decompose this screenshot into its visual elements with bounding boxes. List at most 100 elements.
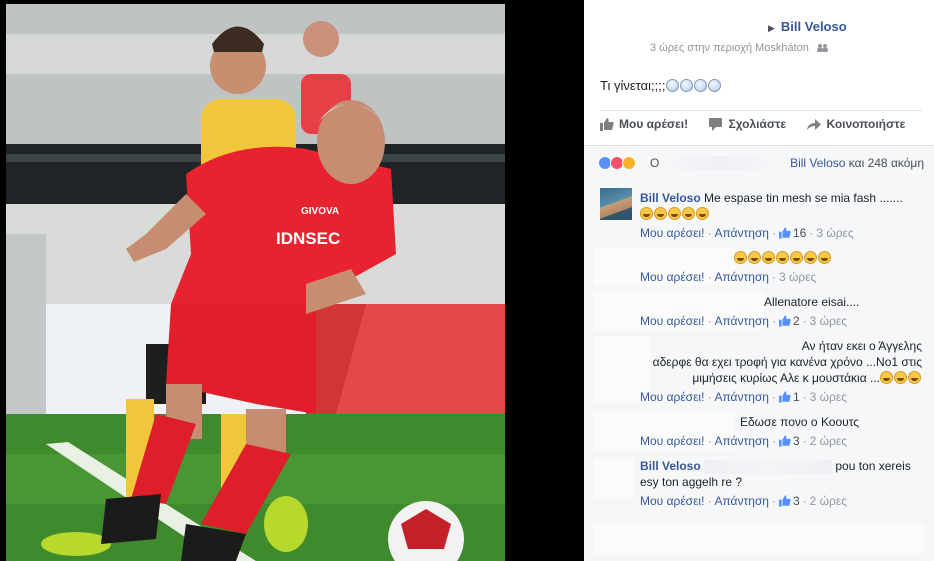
- comment-time[interactable]: 2 ώρες: [810, 434, 847, 448]
- post-timestamp-location[interactable]: 3 ώρες στην περιοχή Moskháton: [650, 42, 809, 54]
- comments-list: Bill Veloso Me espase tin mesh se mia fa…: [584, 178, 934, 561]
- caret-right-icon: ▶: [768, 23, 775, 33]
- jersey-brand: GIVOVA: [301, 206, 339, 217]
- comment-reply-link[interactable]: Απάντηση: [714, 226, 769, 240]
- like-button-label: Μου αρέσει!: [619, 117, 689, 131]
- comment-text-line: Αν ήταν εκει ο Άγγελης: [801, 339, 922, 353]
- reactions-summary-bar: Ο Bill Veloso και 248 ακόμη: [584, 145, 934, 178]
- comment-actions: Μου αρέσει! · Απάντηση · 16 · 3 ώρες: [640, 226, 854, 240]
- emoji-icon: [694, 79, 708, 92]
- laugh-emoji-icon: [790, 251, 803, 264]
- laugh-emoji-icon: [762, 251, 775, 264]
- comment-reply-link[interactable]: Απάντηση: [714, 390, 769, 404]
- comment: Allenatore eisai.... Μου αρέσει! · Απάντησ…: [584, 288, 934, 332]
- comment-author[interactable]: Bill Veloso: [640, 459, 701, 473]
- comment-like-link[interactable]: Μου αρέσει!: [640, 390, 704, 404]
- post-text: Τι γίνεται;;;;: [600, 78, 722, 93]
- friends-audience-icon[interactable]: [816, 44, 828, 53]
- post-side-panel: ▶ Bill Veloso 3 ώρες στην περιοχή Moskhát…: [584, 0, 934, 561]
- comment-time[interactable]: 3 ώρες: [816, 226, 853, 240]
- emoji-icon: [708, 79, 722, 92]
- comment-actions: Μου αρέσει! · Απάντηση · 3 ώρες: [640, 270, 817, 284]
- comment-reply-link[interactable]: Απάντηση: [714, 314, 769, 328]
- redacted-mention: [704, 459, 833, 474]
- comment-like-count[interactable]: 2: [793, 314, 800, 328]
- comment-like-link[interactable]: Μου αρέσει!: [640, 494, 704, 508]
- share-button-label: Κοινοποιήστε: [826, 117, 906, 131]
- comment-button-label: Σχολιάστε: [728, 117, 787, 131]
- post-text-content: Τι γίνεται;;;;: [600, 78, 666, 93]
- comment-like-link[interactable]: Μου αρέσει!: [640, 314, 704, 328]
- redacted-names: [662, 156, 778, 170]
- comment-like-count[interactable]: 16: [793, 226, 806, 240]
- reaction-icons[interactable]: [598, 155, 636, 170]
- comment-like-count[interactable]: 1: [793, 390, 800, 404]
- comment-body: Αν ήταν εκει ο Άγγελης αδερφε θα εχει τρ…: [640, 338, 922, 386]
- comment-time[interactable]: 2 ώρες: [810, 494, 847, 508]
- comment-body: Εδωσε πονο ο Κοουτς: [740, 414, 859, 430]
- laugh-emoji-icon: [748, 251, 761, 264]
- comment-like-link[interactable]: Μου αρέσει!: [640, 226, 704, 240]
- commenter-avatar[interactable]: [600, 188, 632, 220]
- comment-like-link[interactable]: Μου αρέσει!: [640, 434, 704, 448]
- laugh-emoji-icon: [696, 207, 709, 220]
- thumbs-up-icon: [600, 117, 614, 131]
- post-author-link[interactable]: Bill Veloso: [781, 19, 847, 34]
- reactions-summary-name[interactable]: Bill Veloso: [790, 156, 845, 170]
- reactions-summary-rest[interactable]: και 248 ακόμη: [849, 156, 924, 170]
- post-meta: 3 ώρες στην περιοχή Moskháton: [650, 42, 828, 54]
- comment-text: Me espase tin mesh se mia fash .......: [704, 191, 903, 205]
- reactions-prefix: Ο: [650, 156, 660, 170]
- comment: Bill Veloso Me espase tin mesh se mia fa…: [584, 178, 934, 244]
- comment-time[interactable]: 3 ώρες: [810, 390, 847, 404]
- laugh-emoji-icon: [804, 251, 817, 264]
- laugh-emoji-icon: [654, 207, 667, 220]
- comment-body: Bill Veloso Me espase tin mesh se mia fa…: [640, 190, 903, 222]
- comment-text: Allenatore eisai....: [764, 295, 860, 309]
- comment-time[interactable]: 3 ώρες: [779, 270, 816, 284]
- thumbs-up-icon: [778, 435, 791, 447]
- comment-actions: Μου αρέσει! · Απάντηση · 2 · 3 ώρες: [640, 314, 848, 328]
- comment-bubble-icon: [709, 117, 723, 131]
- comment-body: Allenatore eisai....: [764, 294, 859, 310]
- emoji-icon: [680, 79, 694, 92]
- reactions-summary[interactable]: Bill Veloso και 248 ακόμη: [790, 156, 924, 170]
- comment-time[interactable]: 3 ώρες: [810, 314, 847, 328]
- comment-author[interactable]: Bill Veloso: [640, 191, 701, 205]
- redacted-avatar: [594, 458, 634, 498]
- laugh-emoji-icon: [880, 371, 893, 384]
- comment-reply-link[interactable]: Απάντηση: [714, 494, 769, 508]
- photo-viewer: IDNSEC GIVOVA: [0, 0, 584, 561]
- comment-like-count[interactable]: 3: [793, 494, 800, 508]
- post-actions: Μου αρέσει! Σχολιάστε Κοινοποιήστε: [600, 117, 922, 139]
- comment-reply-link[interactable]: Απάντηση: [714, 270, 769, 284]
- post-photo[interactable]: IDNSEC GIVOVA: [6, 4, 505, 561]
- comment-text-line: esy ton aggelh re ?: [640, 475, 743, 489]
- thumbs-up-icon: [778, 227, 791, 239]
- redacted-comment: [594, 524, 924, 554]
- comment-reply-link[interactable]: Απάντηση: [714, 434, 769, 448]
- laugh-emoji-icon: [668, 207, 681, 220]
- laugh-emoji-icon: [818, 251, 831, 264]
- post-header: ▶ Bill Veloso 3 ώρες στην περιοχή Moskhát…: [584, 16, 934, 56]
- comment-body: Bill Veloso pou ton xereis esy ton aggel…: [640, 458, 911, 490]
- comment: Εδωσε πονο ο Κοουτς Μου αρέσει! · Απάντηση…: [584, 408, 934, 452]
- laugh-emoji-icon: [908, 371, 921, 384]
- comment-actions: Μου αρέσει! · Απάντηση · 1 · 3 ώρες: [640, 390, 848, 404]
- comment-actions: Μου αρέσει! · Απάντηση · 3 · 2 ώρες: [640, 494, 848, 508]
- comment-like-link[interactable]: Μου αρέσει!: [640, 270, 704, 284]
- share-button[interactable]: Κοινοποιήστε: [807, 117, 905, 131]
- comment-body: [734, 250, 832, 266]
- thumbs-up-icon: [778, 391, 791, 403]
- emoji-icon: [666, 79, 680, 92]
- comment-like-count[interactable]: 3: [793, 434, 800, 448]
- share-arrow-icon: [807, 118, 822, 130]
- laugh-emoji-icon: [640, 207, 653, 220]
- like-button[interactable]: Μου αρέσει!: [600, 117, 688, 131]
- jersey-sponsor: IDNSEC: [276, 229, 340, 248]
- thumbs-up-icon: [778, 315, 791, 327]
- comment-button[interactable]: Σχολιάστε: [709, 117, 786, 131]
- comment-text: Εδωσε πονο ο Κοουτς: [740, 415, 860, 429]
- comment: Μου αρέσει! · Απάντηση · 3 ώρες: [584, 244, 934, 288]
- laugh-emoji-icon: [734, 251, 747, 264]
